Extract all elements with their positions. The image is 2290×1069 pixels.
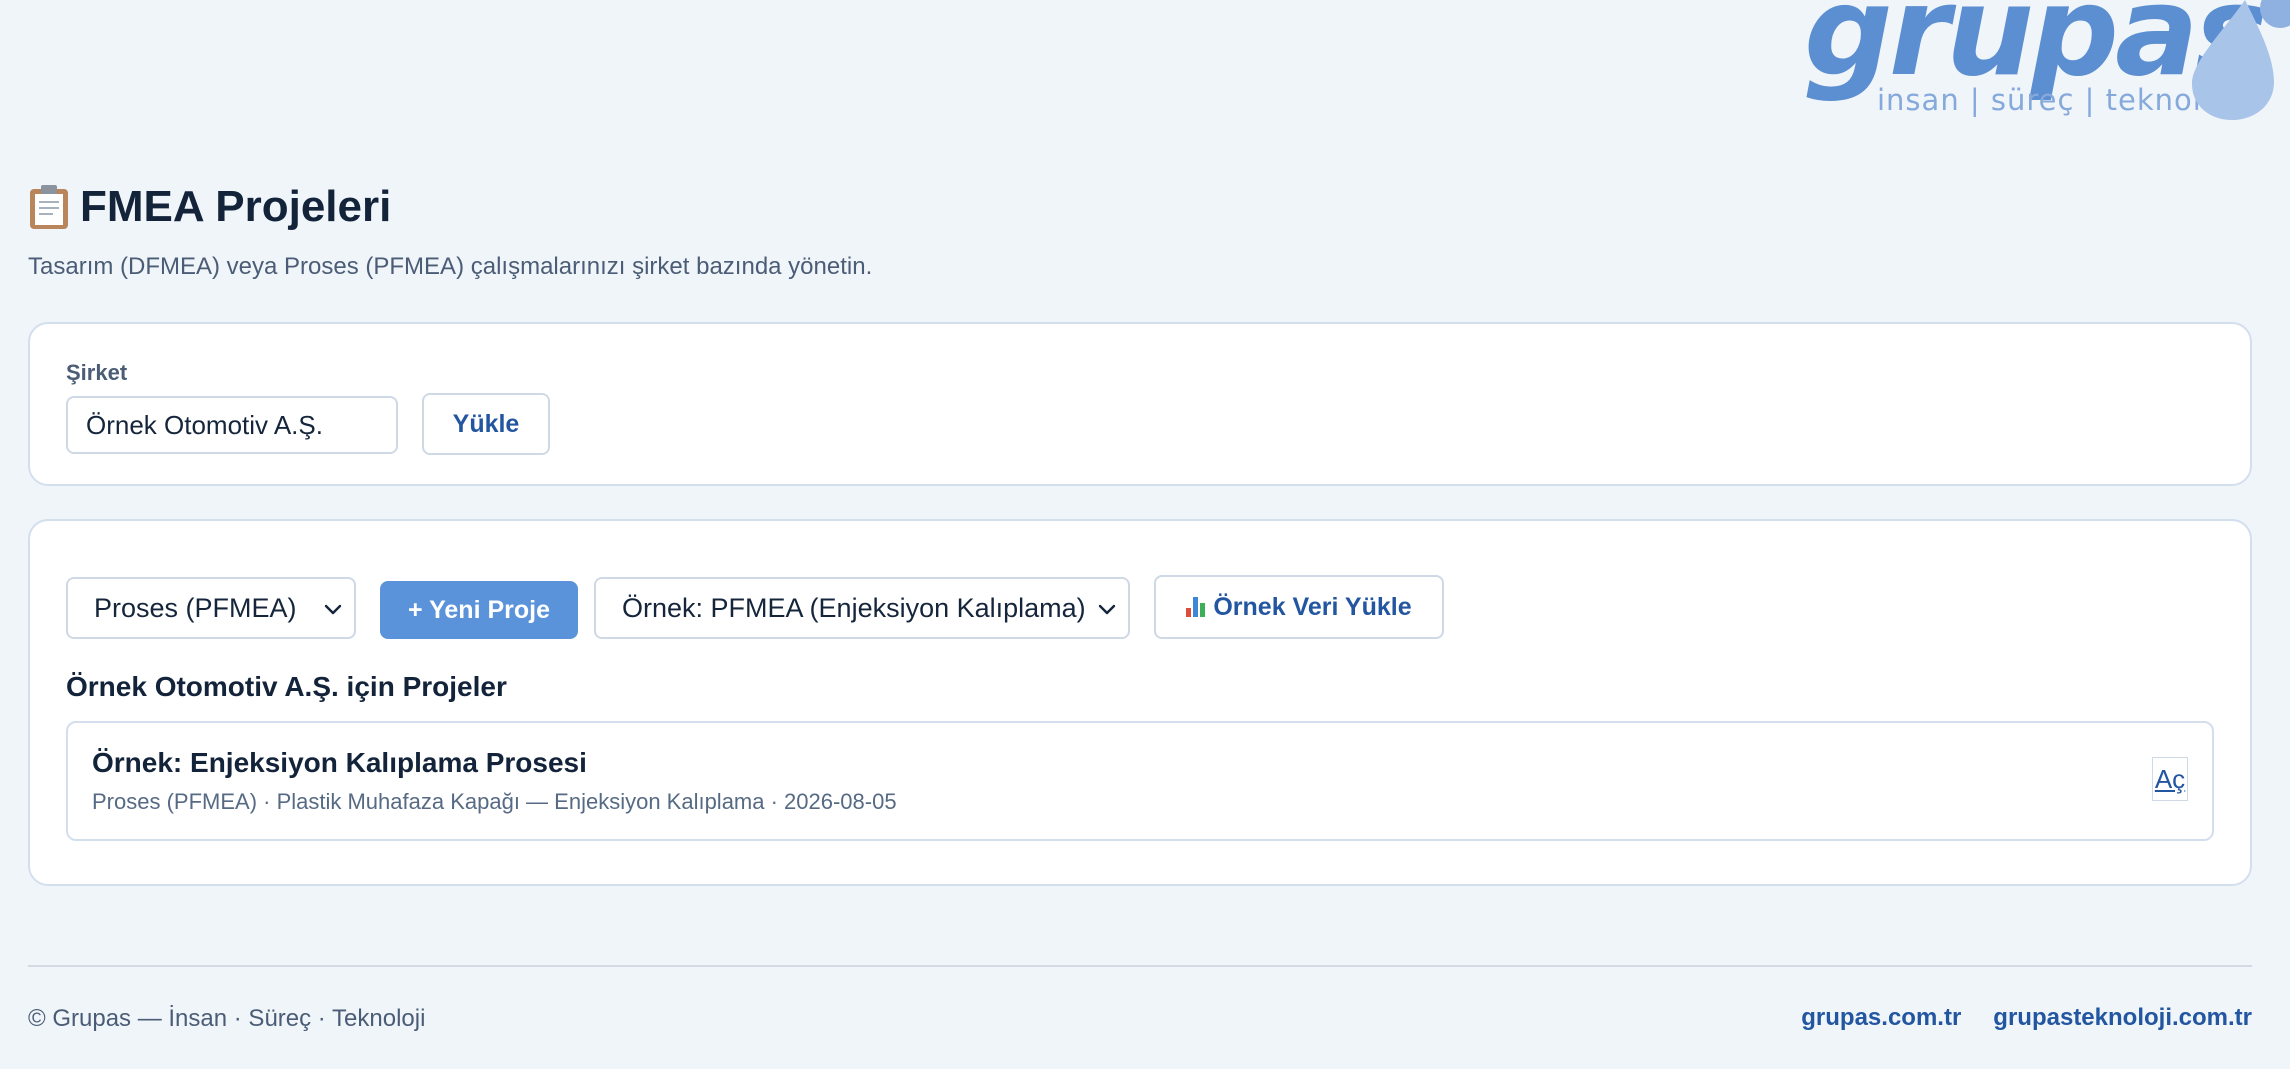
open-project-link[interactable]: Aç [2152, 757, 2188, 801]
page-title: FMEA Projeleri [28, 182, 391, 232]
company-input[interactable] [66, 396, 398, 454]
grupas-logo: grupas insan | süreç | teknoloji [1790, 0, 2290, 130]
footer-link-grupasteknoloji[interactable]: grupasteknoloji.com.tr [1993, 1004, 2252, 1032]
chevron-down-icon [324, 604, 342, 615]
projects-card: Proses (PFMEA) + Yeni Proje Örnek: PFMEA… [28, 519, 2252, 886]
footer-copyright: © Grupas — İnsan · Süreç · Teknoloji [28, 1005, 426, 1032]
page-title-text: FMEA Projeleri [80, 182, 392, 231]
fmea-type-value: Proses (PFMEA) [94, 592, 297, 623]
clipboard-icon [28, 184, 70, 230]
footer-links: grupas.com.tr grupasteknoloji.com.tr [1801, 1004, 2252, 1032]
project-list-item: Örnek: Enjeksiyon Kalıplama Prosesi Pros… [66, 721, 2214, 841]
new-project-button[interactable]: + Yeni Proje [380, 581, 578, 639]
projects-heading: Örnek Otomotiv A.Ş. için Projeler [66, 671, 507, 702]
project-meta: Proses (PFMEA) · Plastik Muhafaza Kapağı… [92, 789, 897, 814]
fmea-type-select[interactable]: Proses (PFMEA) [66, 577, 356, 639]
chevron-down-icon [1098, 604, 1116, 615]
page-subtitle: Tasarım (DFMEA) veya Proses (PFMEA) çalı… [28, 253, 873, 280]
footer-link-grupas[interactable]: grupas.com.tr [1801, 1004, 1961, 1032]
load-sample-data-button[interactable]: Örnek Veri Yükle [1154, 575, 1444, 639]
logo-drop-icon [2192, 0, 2290, 120]
company-label: Şirket [66, 360, 128, 385]
company-card: Şirket Yükle [28, 322, 2252, 486]
load-button[interactable]: Yükle [422, 393, 550, 455]
sample-data-select[interactable]: Örnek: PFMEA (Enjeksiyon Kalıplama) [594, 577, 1130, 639]
load-sample-data-label: Örnek Veri Yükle [1213, 592, 1412, 621]
footer-divider [28, 965, 2252, 967]
sample-data-value: Örnek: PFMEA (Enjeksiyon Kalıplama) [622, 592, 1086, 623]
bar-chart-icon [1186, 597, 1206, 617]
project-title: Örnek: Enjeksiyon Kalıplama Prosesi [92, 747, 587, 778]
